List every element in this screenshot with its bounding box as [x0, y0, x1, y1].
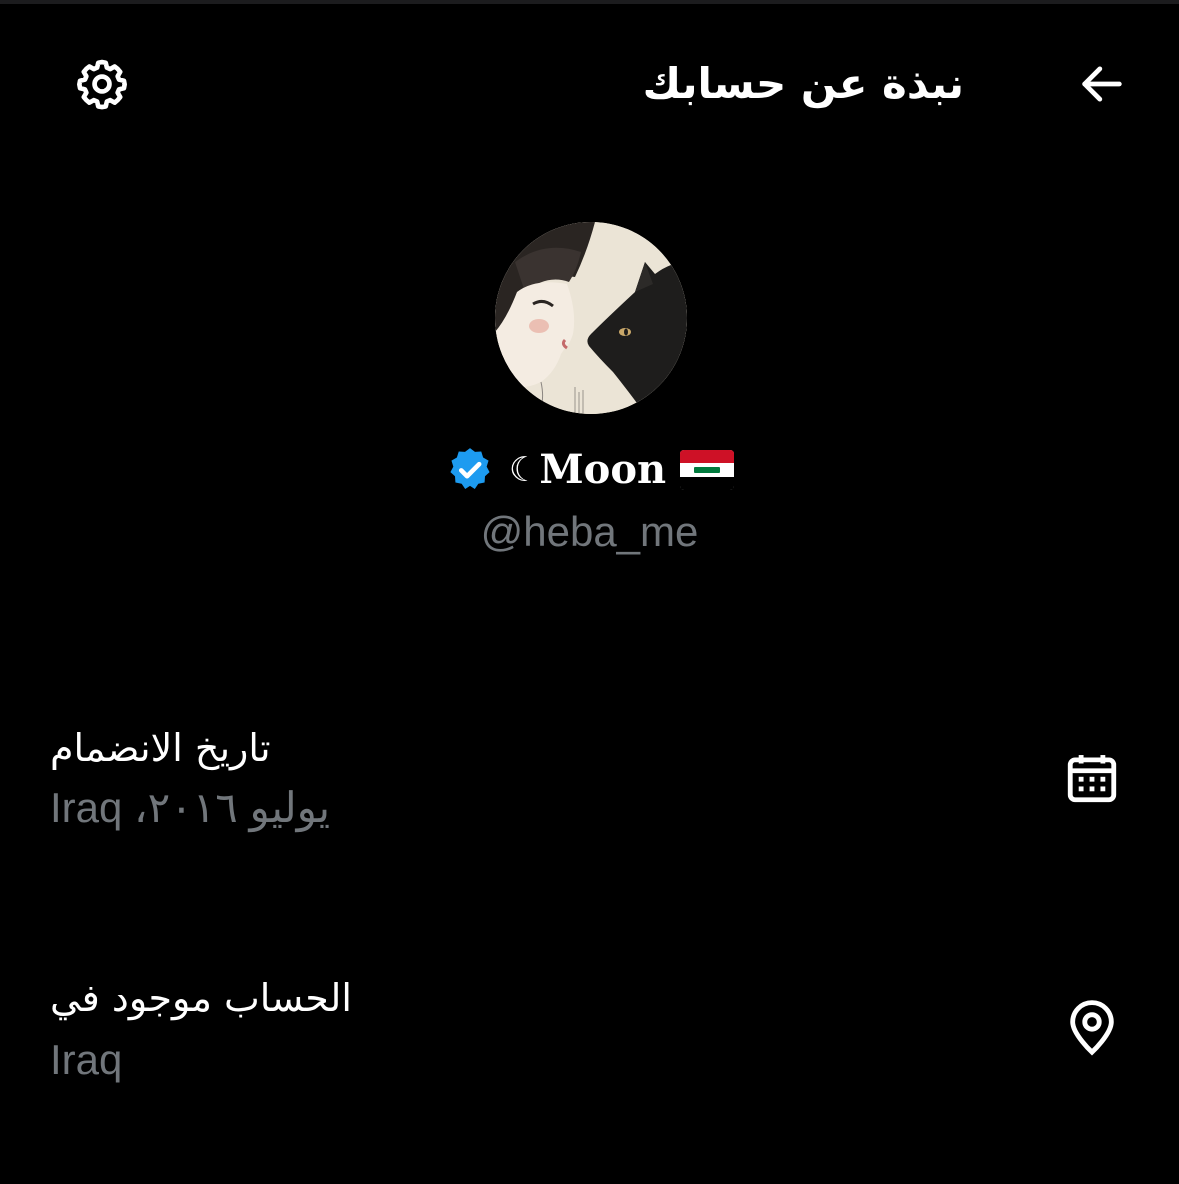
top-edge [0, 0, 1179, 4]
page-title: نبذة عن حسابك [642, 59, 964, 108]
joined-value: Iraq ،يوليو ٢٠١٦ [50, 784, 331, 831]
joined-label: تاريخ الانضمام [50, 726, 271, 770]
profile-name-row: ☾Moon [0, 440, 1179, 500]
gear-icon [77, 59, 127, 110]
display-name: ☾Moon [509, 440, 666, 500]
arrow-left-icon [1082, 66, 1122, 102]
verified-badge-icon [450, 448, 490, 489]
location-pin-icon [1070, 1000, 1114, 1056]
location-row: الحساب موجود في Iraq [0, 970, 1179, 1090]
profile-handle: @heba_me [480, 508, 699, 555]
avatar-illustration [495, 222, 687, 414]
settings-button[interactable] [68, 50, 136, 118]
location-icon-wrap [1058, 994, 1126, 1062]
back-button[interactable] [1068, 50, 1136, 118]
moon-glyph: ☾ [508, 450, 540, 490]
location-label: الحساب موجود في [50, 976, 352, 1020]
avatar[interactable] [495, 222, 687, 414]
display-name-text: Moon [539, 446, 667, 493]
calendar-icon-wrap [1058, 744, 1126, 812]
location-value: Iraq [50, 1036, 123, 1083]
iraq-flag-icon [680, 450, 735, 490]
calendar-icon [1067, 755, 1117, 803]
joined-date-row: تاريخ الانضمام Iraq ،يوليو ٢٠١٦ [0, 720, 1179, 840]
